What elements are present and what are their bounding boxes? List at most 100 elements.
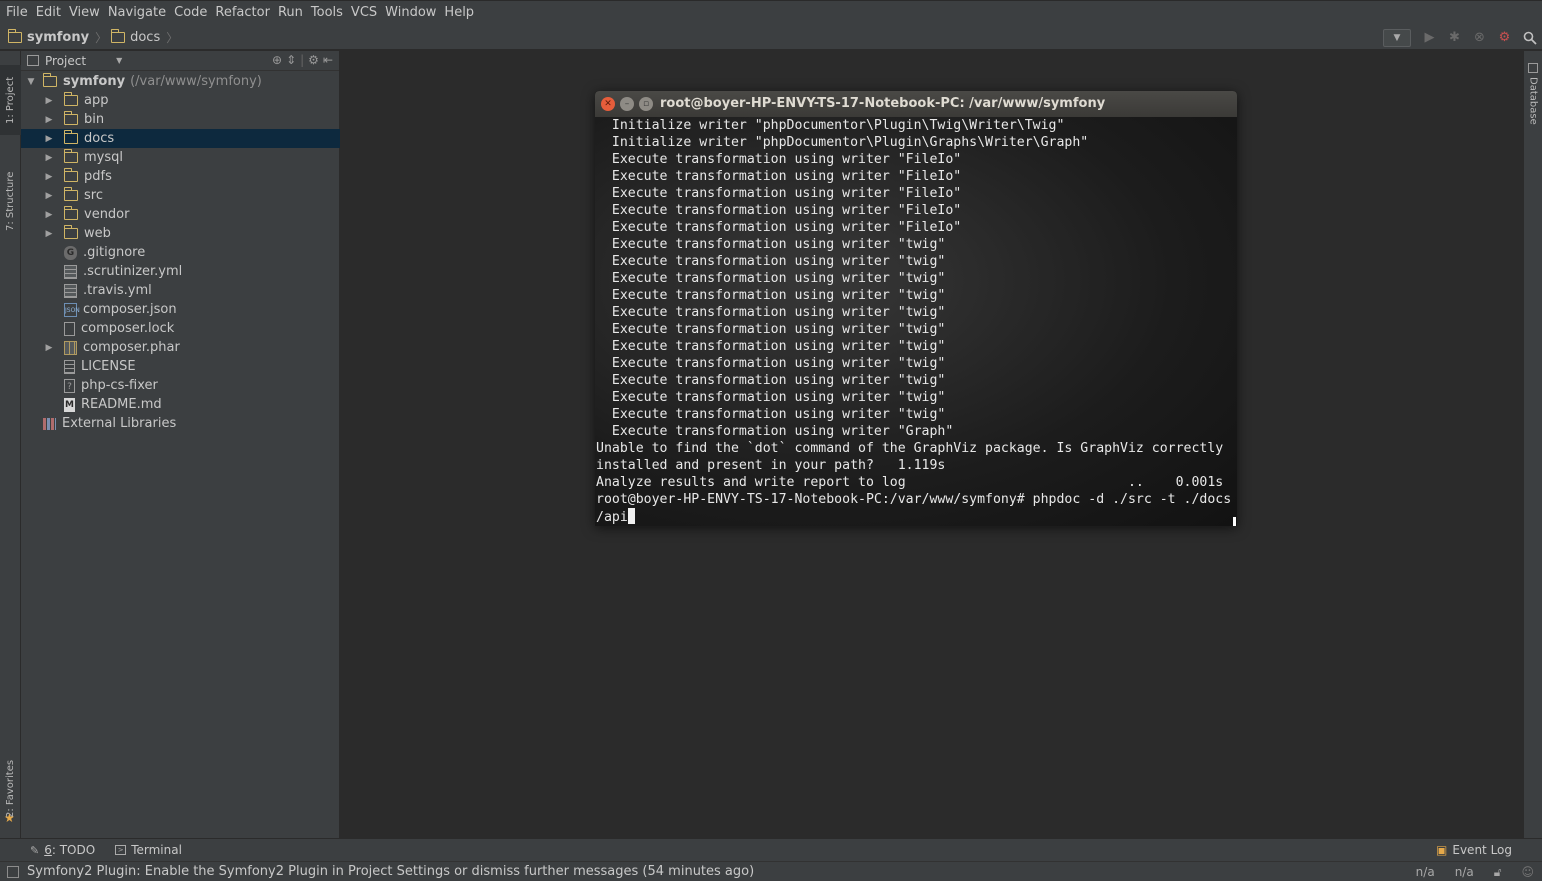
tree-item-label: .scrutinizer.yml — [83, 264, 183, 279]
expanded-arrow-icon[interactable]: ▼ — [25, 77, 37, 87]
tab-database[interactable]: Database — [1524, 77, 1542, 137]
tree-item-pdfs[interactable]: ▶ pdfs — [21, 167, 340, 186]
tree-item-mysql[interactable]: ▶ mysql — [21, 148, 340, 167]
collapsed-arrow-icon[interactable]: ▶ — [43, 343, 55, 353]
breadcrumb-child[interactable]: docs 〉 — [107, 28, 178, 46]
tree-item-vendor[interactable]: ▶ vendor — [21, 205, 340, 224]
tree-item-readme[interactable]: M README.md — [21, 395, 340, 414]
tab-favorites-label: 2: Favorites — [5, 759, 16, 819]
tab-project-label: 1: Project — [5, 76, 16, 124]
tab-project[interactable]: 1: Project — [0, 65, 21, 135]
project-view-dropdown[interactable]: Project — [45, 54, 86, 68]
debug-icon[interactable]: ✱ — [1442, 27, 1467, 49]
terminal-line: Initialize writer "phpDocumentor\Plugin\… — [596, 118, 1065, 133]
hide-panel-icon[interactable]: ⇤ — [323, 53, 333, 67]
tree-item-app[interactable]: ▶ app — [21, 91, 340, 110]
search-icon[interactable] — [1517, 27, 1542, 49]
terminal-scrollbar[interactable] — [1233, 517, 1236, 526]
tree-item-travis[interactable]: .travis.yml — [21, 281, 340, 300]
locate-icon[interactable]: ⊕ — [272, 53, 282, 67]
folder-icon — [7, 28, 22, 43]
minimize-icon[interactable]: – — [620, 97, 634, 111]
collapsed-arrow-icon[interactable]: ▶ — [43, 172, 55, 182]
tree-item-license[interactable]: LICENSE — [21, 357, 340, 376]
menu-refactor[interactable]: Refactor — [211, 1, 274, 25]
tree-item-external-libraries[interactable]: External Libraries — [21, 414, 340, 433]
status-position[interactable]: n/a — [1416, 862, 1435, 881]
tree-item-label: README.md — [81, 397, 162, 412]
menu-help[interactable]: Help — [440, 1, 478, 25]
menu-vcs[interactable]: VCS — [347, 1, 381, 25]
run-configuration-dropdown[interactable]: ▼ — [1383, 28, 1411, 47]
status-encoding[interactable]: n/a — [1455, 862, 1474, 881]
close-icon[interactable]: ✕ — [601, 97, 615, 111]
tool-windows-icon[interactable] — [7, 865, 19, 878]
collapsed-arrow-icon[interactable]: ▶ — [43, 115, 55, 125]
collapsed-arrow-icon[interactable]: ▶ — [43, 153, 55, 163]
gear-icon[interactable]: ⚙ — [308, 53, 319, 67]
terminal-line: Analyze results and write report to log … — [596, 475, 1224, 490]
collapsed-arrow-icon[interactable]: ▶ — [43, 210, 55, 220]
menu-tools[interactable]: Tools — [307, 1, 347, 25]
tab-todo[interactable]: ✎ 6: TODO — [30, 843, 95, 857]
terminal-titlebar[interactable]: ✕ – ▫ root@boyer-HP-ENVY-TS-17-Notebook-… — [595, 91, 1237, 117]
breadcrumb-root[interactable]: symfony 〉 — [0, 28, 107, 46]
terminal-line: Execute transformation using writer "twi… — [596, 407, 946, 422]
terminal-prompt-line[interactable]: /api — [596, 508, 1237, 525]
run-icon[interactable]: ▶ — [1417, 27, 1442, 49]
maximize-icon[interactable]: ▫ — [639, 97, 653, 111]
terminal-line: Execute transformation using writer "twi… — [596, 373, 946, 388]
menu-navigate[interactable]: Navigate — [104, 1, 170, 25]
event-log-label: Event Log — [1452, 843, 1512, 857]
tab-structure[interactable]: 7: Structure — [0, 161, 21, 241]
menu-code[interactable]: Code — [170, 1, 211, 25]
menu-view[interactable]: View — [65, 1, 104, 25]
tree-item-gitignore[interactable]: G .gitignore — [21, 243, 340, 262]
tree-item-composer-json[interactable]: JSON composer.json — [21, 300, 340, 319]
coverage-icon[interactable]: ⊗ — [1467, 27, 1492, 49]
status-message[interactable]: Symfony2 Plugin: Enable the Symfony2 Plu… — [27, 864, 754, 879]
collapse-all-icon[interactable]: ⇕ — [286, 53, 296, 67]
tree-item-label: src — [84, 188, 103, 203]
terminal-line: Execute transformation using writer "Fil… — [596, 186, 962, 201]
tree-item-scrutinizer[interactable]: .scrutinizer.yml — [21, 262, 340, 281]
tree-root-path: (/var/www/symfony) — [130, 74, 262, 89]
menu-edit[interactable]: Edit — [32, 1, 65, 25]
profile-icon[interactable]: ⚙ — [1492, 27, 1517, 49]
terminal-line: Initialize writer "phpDocumentor\Plugin\… — [596, 135, 1089, 150]
collapsed-arrow-icon[interactable]: ▶ — [43, 96, 55, 106]
tree-item-composer-phar[interactable]: ▶ composer.phar — [21, 338, 340, 357]
menu-run[interactable]: Run — [274, 1, 307, 25]
chevron-down-icon[interactable]: ▼ — [116, 56, 122, 65]
tree-item-web[interactable]: ▶ web — [21, 224, 340, 243]
terminal-output[interactable]: Initialize writer "phpDocumentor\Plugin\… — [595, 117, 1237, 526]
tree-item-src[interactable]: ▶ src — [21, 186, 340, 205]
inspector-icon[interactable]: ☺ — [1521, 862, 1534, 881]
collapsed-arrow-icon[interactable]: ▶ — [43, 134, 55, 144]
terminal-prompt-tail: /api — [596, 510, 628, 525]
terminal-icon: > — [115, 845, 127, 855]
terminal-line: Execute transformation using writer "twi… — [596, 271, 946, 286]
tree-item-bin[interactable]: ▶ bin — [21, 110, 340, 129]
tree-item-label: .travis.yml — [83, 283, 152, 298]
folder-icon — [63, 149, 78, 163]
collapsed-arrow-icon[interactable]: ▶ — [43, 229, 55, 239]
event-log-button[interactable]: ▣ Event Log — [1436, 839, 1512, 862]
tab-terminal[interactable]: > Terminal — [115, 843, 182, 857]
tree-item-composer-lock[interactable]: composer.lock — [21, 319, 340, 338]
tree-item-php-cs-fixer[interactable]: ? php-cs-fixer — [21, 376, 340, 395]
terminal-line: Execute transformation using writer "twi… — [596, 288, 946, 303]
tree-item-docs[interactable]: ▶ docs — [21, 129, 340, 148]
project-panel-tools: ⊕ ⇕ | ⚙ ⇤ — [272, 53, 333, 67]
tree-item-label: bin — [84, 112, 105, 127]
tree-item-label: composer.lock — [81, 321, 175, 336]
lock-icon[interactable]: 🔓︎ — [1494, 862, 1502, 881]
tree-root[interactable]: ▼ symfony (/var/www/symfony) — [21, 72, 340, 91]
tree-item-label: pdfs — [84, 169, 112, 184]
menu-window[interactable]: Window — [381, 1, 440, 25]
favorites-star-icon: ★ — [4, 811, 15, 825]
menu-file[interactable]: File — [2, 1, 32, 25]
tree-item-label: mysql — [84, 150, 123, 165]
tree-item-label: External Libraries — [62, 416, 177, 431]
collapsed-arrow-icon[interactable]: ▶ — [43, 191, 55, 201]
